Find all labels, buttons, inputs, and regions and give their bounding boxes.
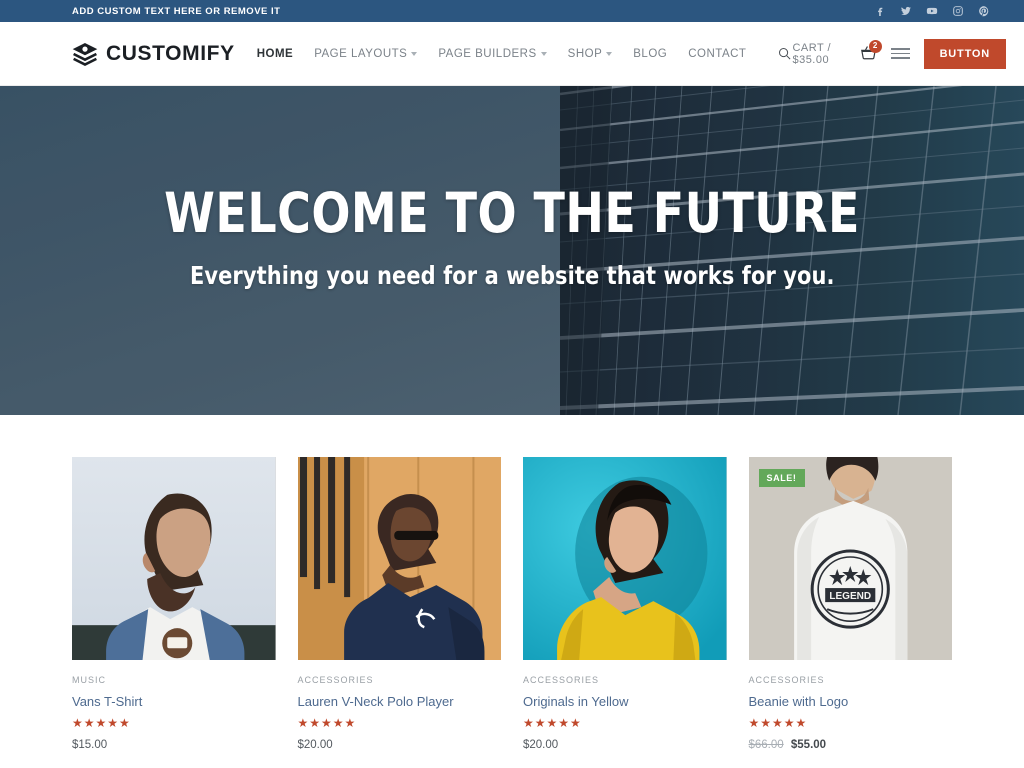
- site-logo[interactable]: CUSTOMIFY: [72, 41, 235, 67]
- sale-badge: SALE!: [758, 469, 805, 487]
- product-card[interactable]: MUSIC Vans T-Shirt ★★★★★ $15.00: [72, 457, 276, 751]
- product-rating: ★★★★★: [297, 716, 357, 730]
- nav-label-page-layouts: PAGE LAYOUTS: [314, 47, 408, 60]
- product-category: ACCESSORIES: [297, 675, 374, 685]
- nav-item-page-builders[interactable]: PAGE BUILDERS: [438, 47, 547, 60]
- top-announcement-bar: ADD CUSTOM TEXT HERE OR REMOVE IT: [0, 0, 1024, 22]
- product-card[interactable]: ACCESSORIES Originals in Yellow ★★★★★ $2…: [523, 457, 727, 751]
- product-price-current: $20.00: [297, 739, 333, 751]
- hero-content: WELCOME TO THE FUTURE Everything you nee…: [0, 86, 1024, 415]
- header-actions: CART / $35.00 2 BUTTON: [792, 38, 1006, 69]
- product-price: $15.00: [72, 739, 276, 751]
- product-image[interactable]: SALE! LEGEND: [748, 457, 952, 660]
- nav-label-home: HOME: [256, 47, 294, 60]
- product-title[interactable]: Originals in Yellow: [523, 694, 727, 709]
- announcement-text: ADD CUSTOM TEXT HERE OR REMOVE IT: [72, 5, 281, 17]
- nav-label-contact: CONTACT: [688, 47, 747, 60]
- hero-title: WELCOME TO THE FUTURE: [164, 181, 860, 246]
- product-image[interactable]: [297, 457, 501, 660]
- product-image[interactable]: [523, 457, 727, 660]
- hero-banner: WELCOME TO THE FUTURE Everything you nee…: [0, 86, 1024, 415]
- nav-item-home[interactable]: HOME: [257, 48, 294, 60]
- product-price: $20.00: [523, 739, 727, 751]
- cart-total-label: CART / $35.00: [792, 41, 832, 66]
- product-price: $66.00 $55.00: [749, 739, 953, 751]
- product-rating: ★★★★★: [72, 716, 131, 730]
- youtube-icon[interactable]: [925, 5, 938, 18]
- nav-item-shop[interactable]: SHOP: [568, 48, 613, 60]
- logo-text: CUSTOMIFY: [106, 41, 235, 65]
- nav-label-shop: SHOP: [567, 47, 603, 60]
- product-price-current: $15.00: [72, 739, 108, 751]
- site-header: CUSTOMIFY HOME PAGE LAYOUTS PAGE BUILDER…: [0, 22, 1024, 86]
- product-title[interactable]: Lauren V-Neck Polo Player: [298, 694, 502, 709]
- hamburger-menu-icon[interactable]: [890, 46, 910, 61]
- product-price: $20.00: [298, 739, 502, 751]
- cart-basket-icon: 2: [860, 39, 882, 64]
- chevron-down-icon: [540, 52, 547, 56]
- customify-logo-icon: [72, 41, 98, 67]
- product-grid: MUSIC Vans T-Shirt ★★★★★ $15.00 ACCESSOR…: [0, 415, 1024, 751]
- chevron-down-icon: [411, 52, 418, 56]
- product-card[interactable]: ACCESSORIES Lauren V-Neck Polo Player ★★…: [297, 457, 502, 751]
- cart-link[interactable]: CART / $35.00 2: [792, 39, 882, 66]
- product-rating: ★★★★★: [748, 716, 808, 730]
- product-category: ACCESSORIES: [523, 675, 600, 685]
- nav-item-page-layouts[interactable]: PAGE LAYOUTS: [314, 47, 418, 60]
- product-price-current: $55.00: [790, 739, 827, 751]
- product-category: MUSIC: [72, 675, 106, 685]
- facebook-icon[interactable]: [873, 5, 886, 18]
- nav-item-blog[interactable]: BLOG: [633, 48, 667, 60]
- product-image[interactable]: [72, 457, 276, 660]
- cart-count-badge: 2: [868, 39, 882, 53]
- product-category: ACCESSORIES: [748, 675, 825, 685]
- svg-text:LEGEND: LEGEND: [829, 591, 871, 602]
- product-title[interactable]: Beanie with Logo: [749, 694, 953, 709]
- instagram-icon[interactable]: [951, 5, 964, 18]
- main-navigation: HOME PAGE LAYOUTS PAGE BUILDERS SHOP BLO…: [257, 46, 793, 61]
- product-price-current: $20.00: [523, 739, 559, 751]
- product-rating: ★★★★★: [523, 716, 582, 730]
- nav-label-blog: BLOG: [633, 47, 668, 60]
- product-price-original: $66.00: [748, 739, 784, 751]
- chevron-down-icon: [606, 52, 613, 56]
- search-icon[interactable]: [777, 46, 792, 61]
- product-card[interactable]: SALE! LEGEND ACCESSORIES Beanie with Log…: [748, 457, 953, 751]
- nav-item-contact[interactable]: CONTACT: [688, 48, 746, 60]
- pinterest-icon[interactable]: [977, 5, 990, 18]
- header-cta-button[interactable]: BUTTON: [923, 38, 1006, 69]
- hero-subtitle: Everything you need for a website that w…: [189, 260, 835, 290]
- social-links: [873, 5, 1008, 18]
- nav-label-page-builders: PAGE BUILDERS: [438, 47, 537, 60]
- product-title[interactable]: Vans T-Shirt: [72, 694, 276, 709]
- twitter-icon[interactable]: [899, 5, 912, 18]
